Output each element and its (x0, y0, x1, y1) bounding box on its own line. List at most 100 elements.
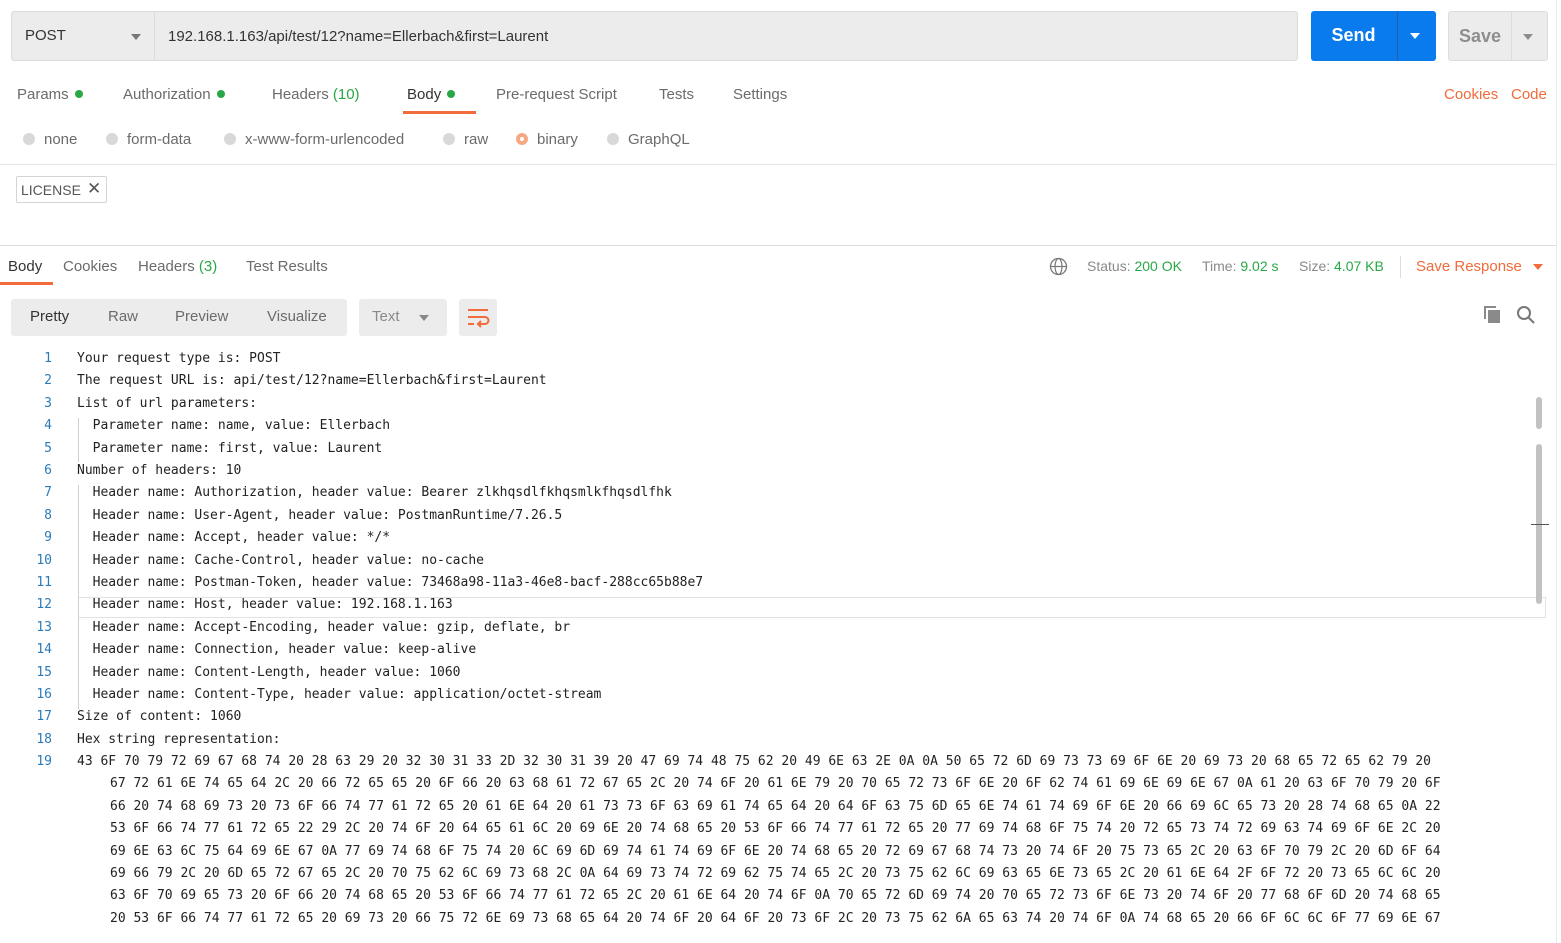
hex-wrapped-line: 53 6F 66 74 77 61 72 65 22 29 2C 20 74 6… (110, 821, 1441, 836)
scrollbar-thumb[interactable] (1536, 397, 1542, 429)
format-label: Text (372, 308, 400, 325)
view-mode-pretty[interactable]: Pretty (30, 308, 69, 325)
line-number: 9 (44, 530, 52, 545)
hex-wrapped-line: 69 66 79 2C 20 6D 65 72 67 65 2C 20 70 7… (110, 866, 1441, 881)
view-mode-preview[interactable]: Preview (175, 308, 228, 325)
url-text: 192.168.1.163/api/test/12?name=Ellerbach… (168, 28, 549, 45)
view-mode-raw[interactable]: Raw (108, 308, 138, 325)
tab-params[interactable]: Params (17, 86, 83, 103)
response-tab-headers[interactable]: Headers (3) (138, 258, 217, 275)
selected-file-chip: LICENSE ✕ (16, 176, 107, 203)
view-mode-segmented-control: Pretty Raw Preview Visualize (11, 299, 347, 336)
tab-body[interactable]: Body (407, 86, 456, 103)
code-line: Header name: Authorization, header value… (77, 485, 672, 500)
line-number: 5 (44, 441, 52, 456)
save-button[interactable]: Save (1448, 11, 1548, 61)
window-edge (1556, 0, 1561, 943)
code-line: Your request type is: POST (77, 351, 281, 366)
tab-settings[interactable]: Settings (733, 86, 787, 103)
code-line: Number of headers: 10 (77, 463, 242, 478)
url-input[interactable]: 192.168.1.163/api/test/12?name=Ellerbach… (154, 11, 1298, 61)
line-number: 12 (36, 597, 52, 612)
copy-icon[interactable] (1483, 305, 1503, 325)
radio-circle-icon (443, 133, 455, 145)
save-response-button[interactable]: Save Response (1416, 258, 1522, 275)
wrap-lines-button[interactable] (459, 299, 497, 336)
line-number: 6 (44, 463, 52, 478)
hex-wrapped-line: 66 20 74 68 69 73 20 73 6F 66 74 77 61 7… (110, 799, 1441, 814)
radio-binary[interactable]: binary (516, 131, 578, 148)
globe-icon[interactable] (1049, 257, 1068, 276)
code-line: Hex string representation: (77, 732, 281, 747)
search-icon[interactable] (1516, 305, 1536, 325)
hex-wrapped-line: 63 6F 70 69 65 73 20 6F 66 20 74 68 65 2… (110, 888, 1441, 903)
radio-x-www-form-urlencoded[interactable]: x-www-form-urlencoded (224, 131, 404, 148)
method-label: POST (25, 27, 66, 44)
chevron-down-icon (131, 34, 141, 40)
size-value: 4.07 KB (1334, 258, 1384, 274)
line-number: 15 (36, 665, 52, 680)
cookies-link[interactable]: Cookies (1444, 86, 1498, 103)
status-readout: Status: 200 OK (1087, 258, 1182, 274)
radio-circle-icon (224, 133, 236, 145)
code-line: Header name: Connection, header value: k… (77, 642, 477, 657)
response-tab-test-results[interactable]: Test Results (246, 258, 328, 275)
code-link[interactable]: Code (1511, 86, 1547, 103)
radio-graphql[interactable]: GraphQL (607, 131, 690, 148)
line-number: 8 (44, 508, 52, 523)
line-number: 3 (44, 396, 52, 411)
view-mode-visualize[interactable]: Visualize (267, 308, 327, 325)
tab-tests[interactable]: Tests (659, 86, 694, 103)
radio-selected-icon (516, 133, 528, 145)
code-line: Size of content: 1060 (77, 709, 242, 724)
divider (1400, 256, 1401, 278)
line-number: 1 (44, 351, 52, 366)
chevron-down-icon (419, 315, 429, 321)
code-line: Header name: Accept-Encoding, header val… (77, 620, 571, 635)
active-tab-underline (403, 111, 476, 114)
tab-headers[interactable]: Headers (10) (272, 86, 360, 103)
time-value: 9.02 s (1240, 258, 1279, 274)
status-dot (74, 90, 83, 98)
response-tab-body[interactable]: Body (8, 258, 42, 275)
tab-authorization[interactable]: Authorization (123, 86, 225, 103)
active-tab-underline (0, 282, 53, 285)
code-line: Parameter name: first, value: Laurent (77, 441, 383, 456)
divider (0, 245, 1556, 246)
save-label: Save (1459, 26, 1502, 46)
code-line: Header name: Host, header value: 192.168… (77, 597, 453, 612)
method-select[interactable]: POST (11, 11, 154, 61)
line-number: 2 (44, 373, 52, 388)
radio-raw[interactable]: raw (443, 131, 488, 148)
close-icon[interactable]: ✕ (87, 179, 101, 199)
line-number: 18 (36, 732, 52, 747)
code-line: Header name: Cache-Control, header value… (77, 553, 484, 568)
hex-wrapped-line: 67 72 61 6E 74 65 64 2C 20 66 72 65 65 2… (110, 776, 1441, 791)
send-button[interactable]: Send (1311, 11, 1436, 61)
save-options-chevron-icon[interactable] (1523, 34, 1533, 40)
response-tab-cookies[interactable]: Cookies (63, 258, 117, 275)
radio-none[interactable]: none (23, 131, 77, 148)
send-label: Send (1331, 25, 1376, 45)
line-number: 13 (36, 620, 52, 635)
status-dot (216, 90, 225, 98)
file-name: LICENSE (21, 182, 81, 198)
line-number: 17 (36, 709, 52, 724)
send-options-chevron-icon[interactable] (1410, 33, 1420, 39)
size-readout: Size: 4.07 KB (1299, 258, 1384, 274)
line-number: 14 (36, 642, 52, 657)
code-line: Header name: Accept, header value: */* (77, 530, 391, 545)
code-line: List of url parameters: (77, 396, 258, 411)
format-select[interactable]: Text (359, 299, 447, 336)
chevron-down-icon[interactable] (1533, 264, 1543, 270)
radio-circle-icon (607, 133, 619, 145)
code-line: Parameter name: name, value: Ellerbach (77, 418, 391, 433)
line-number: 11 (36, 575, 52, 590)
hex-line: 43 6F 70 79 72 69 67 68 74 20 28 63 29 2… (77, 754, 1432, 769)
radio-form-data[interactable]: form-data (106, 131, 191, 148)
code-line: Header name: Content-Length, header valu… (77, 665, 461, 680)
line-number: 10 (36, 553, 52, 568)
tab-pre-request-script[interactable]: Pre-request Script (496, 86, 617, 103)
hex-wrapped-line: 20 53 6F 66 74 77 61 72 65 20 69 73 20 6… (110, 911, 1441, 926)
code-line: Header name: User-Agent, header value: P… (77, 508, 563, 523)
